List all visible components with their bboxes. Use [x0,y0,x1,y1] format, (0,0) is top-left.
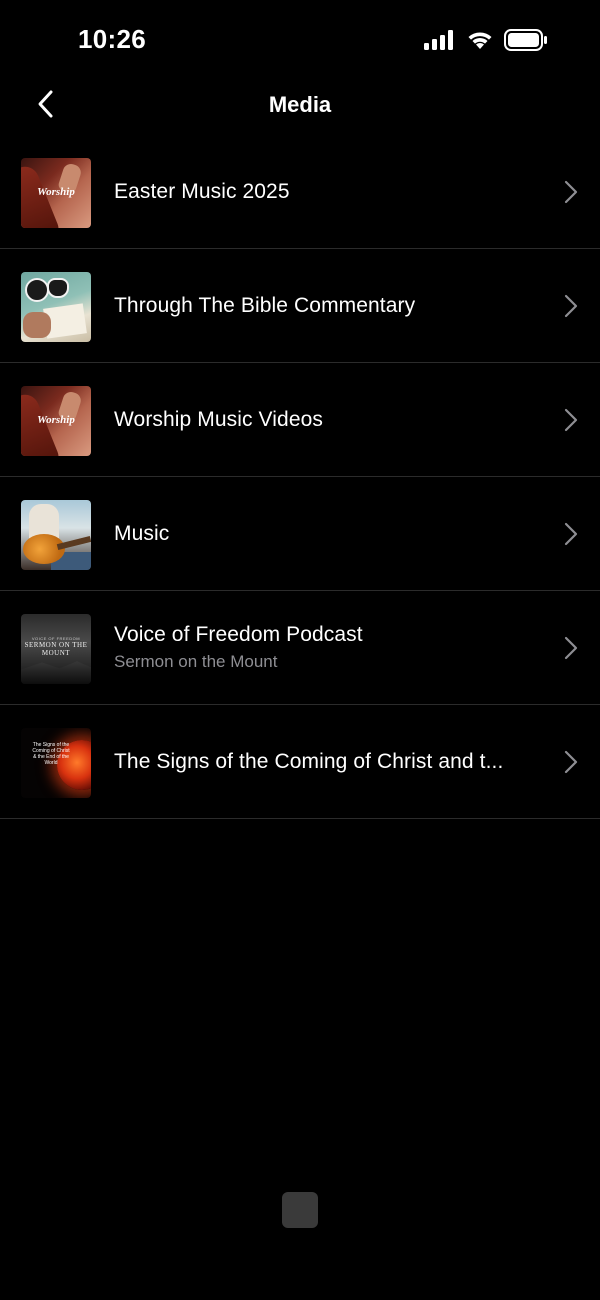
media-item-subtitle: Sermon on the Mount [114,652,278,671]
media-item-signs[interactable]: The Signs of the Coming of Christ & the … [0,705,600,819]
status-icons [424,29,548,56]
guitar-thumbnail [21,500,91,570]
wifi-icon [466,30,494,55]
media-item-bible-commentary[interactable]: Through The Bible Commentary [0,249,600,363]
chevron-right-icon [564,180,578,204]
nav-bar: Media [0,80,600,132]
media-item-worship-videos[interactable]: Worship Worship Music Videos [0,363,600,477]
status-bar: 10:26 [0,0,600,80]
sermon-thumbnail: VOICE OF FREEDOM SERMON ON THE MOUNT [21,614,91,684]
page-title: Media [268,92,332,117]
worship-thumbnail: Worship [21,386,91,456]
bible-study-thumbnail [21,272,91,342]
media-item-easter-music[interactable]: Worship Easter Music 2025 [0,135,600,249]
thumbnail-text: The Signs of the Coming of Christ & the … [32,742,70,766]
chevron-right-icon [564,294,578,318]
media-item-title: Worship Music Videos [114,407,323,431]
chevron-right-icon [564,750,578,774]
bottom-placeholder-square [282,1192,318,1228]
chevron-right-icon [564,522,578,546]
media-item-podcast[interactable]: VOICE OF FREEDOM SERMON ON THE MOUNT Voi… [0,591,600,705]
signs-thumbnail: The Signs of the Coming of Christ & the … [21,728,91,798]
chevron-right-icon [564,636,578,660]
media-list: Worship Easter Music 2025 Through The Bi… [0,135,600,819]
battery-icon [504,29,548,56]
chevron-right-icon [564,408,578,432]
media-item-music[interactable]: Music [0,477,600,591]
media-item-title: Through The Bible Commentary [114,293,416,317]
media-item-title: The Signs of the Coming of Christ and t.… [114,749,504,773]
media-item-title: Easter Music 2025 [114,179,290,203]
media-item-title: Music [114,521,170,545]
signal-icon [424,30,456,55]
status-time: 10:26 [78,24,146,54]
worship-thumbnail: Worship [21,158,91,228]
thumbnail-text: Worship [37,186,75,198]
media-item-title: Voice of Freedom Podcast [114,623,363,646]
thumbnail-text: SERMON ON THE MOUNT [24,641,88,657]
thumbnail-text: Worship [37,414,75,426]
